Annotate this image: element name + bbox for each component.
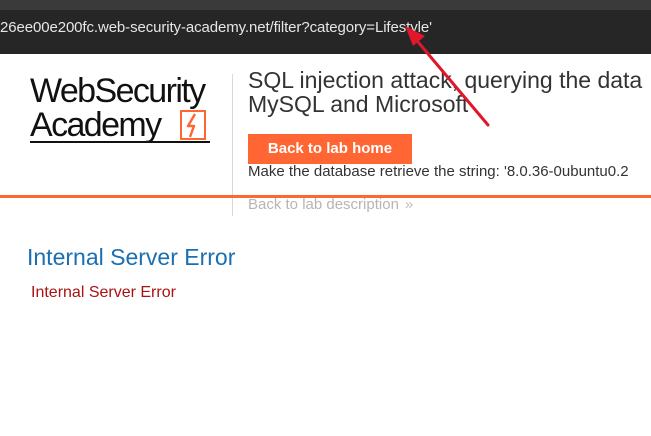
lab-title: SQL injection attack, querying the data … xyxy=(248,68,651,116)
browser-toolbar-edge xyxy=(0,0,651,10)
logo-line2: Academy xyxy=(30,106,162,144)
logo-line1: WebSecurity xyxy=(30,72,206,110)
url-text[interactable]: 26ee00e200fc.web-security-academy.net/fi… xyxy=(0,19,432,36)
double-chevron-right-icon: » xyxy=(404,196,414,213)
web-security-academy-logo[interactable]: WebSecurity Academy xyxy=(30,74,230,144)
logo-underline xyxy=(30,141,210,143)
lab-title-line2: MySQL and Microsoft xyxy=(248,91,469,117)
back-to-lab-home-button[interactable]: Back to lab home xyxy=(248,134,412,164)
lab-description: Make the database retrieve the string: '… xyxy=(248,163,629,180)
browser-address-bar: 26ee00e200fc.web-security-academy.net/fi… xyxy=(0,0,651,54)
error-message: Internal Server Error xyxy=(31,284,176,301)
back-to-lab-description-label: Back to lab description xyxy=(248,196,399,213)
back-to-lab-description-link[interactable]: Back to lab description » xyxy=(248,196,413,213)
error-heading: Internal Server Error xyxy=(27,244,236,270)
page: 26ee00e200fc.web-security-academy.net/fi… xyxy=(0,0,651,436)
url-value[interactable]: 26ee00e200fc.web-security-academy.net/fi… xyxy=(0,19,432,36)
lightning-bolt-icon xyxy=(180,110,206,140)
lab-title-line1: SQL injection attack, querying the data xyxy=(248,67,643,93)
